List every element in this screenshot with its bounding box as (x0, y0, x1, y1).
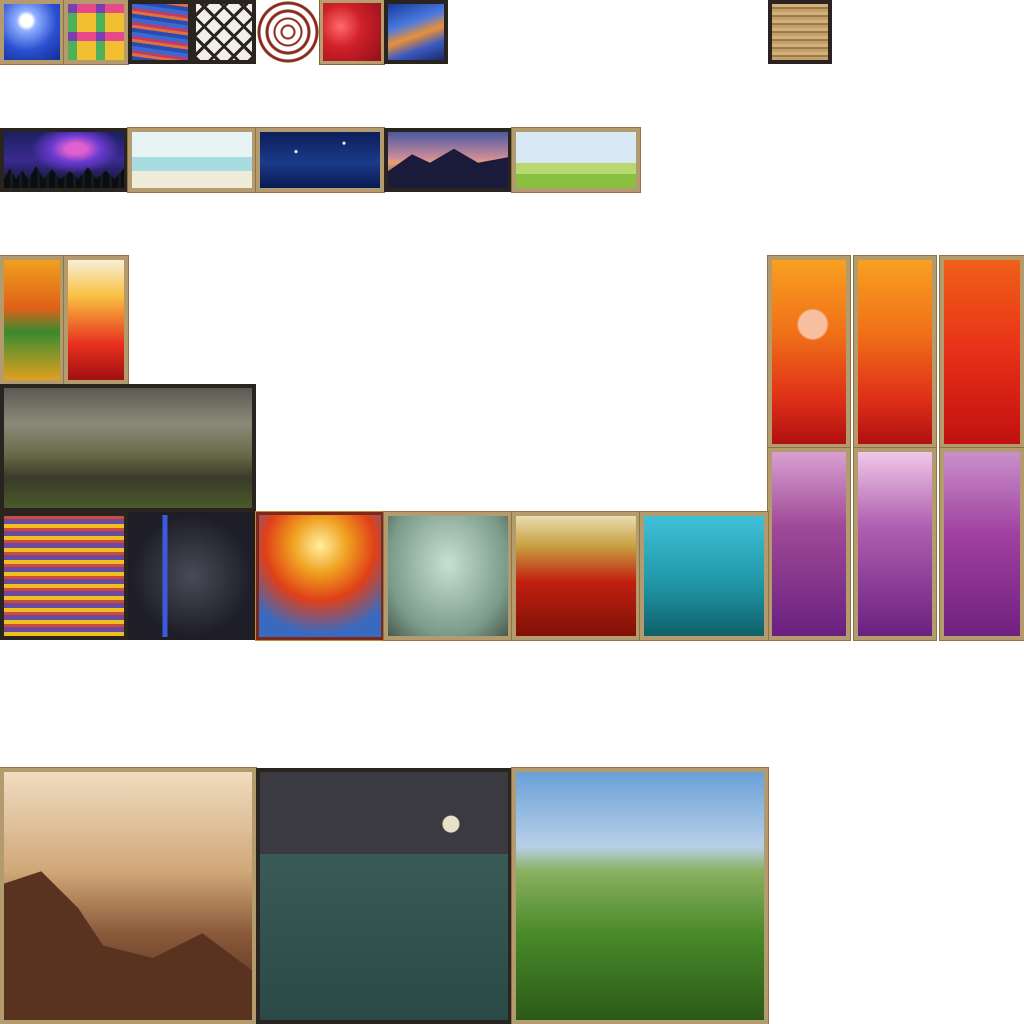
painting-meadow-sky (512, 128, 640, 192)
painting-red-swirl (512, 512, 640, 640)
painting-sunset-reflection (0, 512, 128, 640)
painting-mammoth-night (256, 768, 512, 1024)
painting-autumn-forest-path (0, 256, 64, 384)
painting-misty-dead-tree (384, 512, 512, 640)
painting-lattice-pattern (192, 0, 256, 64)
painting-industrial-landscape (0, 384, 256, 512)
painting-teal-ocean (640, 512, 768, 640)
painting-orange-blossom-1 (768, 256, 850, 448)
painting-blue-orange-abstract (384, 0, 448, 64)
painting-sunset-strokes (128, 0, 192, 64)
painting-starry-night-sea (256, 128, 384, 192)
painting-sepia-canyon (0, 768, 256, 1024)
painting-fiery-abstract (256, 512, 384, 640)
painting-pale-beach (128, 128, 256, 192)
painting-aurora-forest (0, 128, 128, 192)
painting-moonlit-sea (0, 0, 64, 64)
painting-green-valley (512, 768, 768, 1024)
painting-orange-blossom-2 (854, 256, 936, 448)
painting-blue-waterfall (128, 512, 256, 640)
painting-dusk-mountains (384, 128, 512, 192)
painting-purple-blossom-2 (854, 448, 936, 640)
painting-red-bare-tree (64, 256, 128, 384)
painting-purple-blossom-3 (940, 448, 1024, 640)
painting-red-abstract (320, 0, 384, 64)
painting-purple-blossom-1 (768, 448, 850, 640)
painting-woven-mat (768, 0, 832, 64)
painting-color-grid (64, 0, 128, 64)
painting-mandala-circle (256, 0, 320, 64)
painting-orange-blossom-3 (940, 256, 1024, 448)
